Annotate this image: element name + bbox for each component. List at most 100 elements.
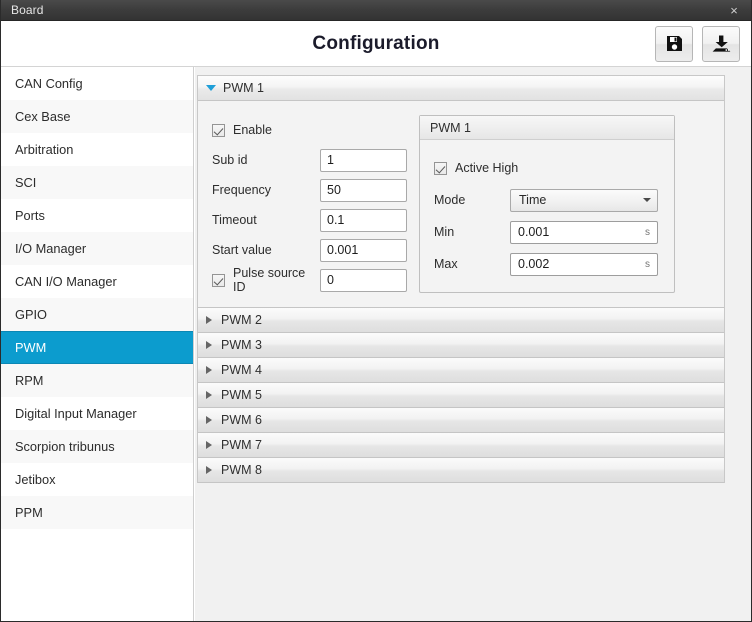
pwm-accordion: PWM 1 Enable Sub id 1 Frequency 50 Timeo…	[197, 75, 725, 483]
sidebar-item-label: Arbitration	[15, 141, 74, 157]
sidebar-item-label: CAN I/O Manager	[15, 273, 117, 289]
accordion-body-pwm-1: Enable Sub id 1 Frequency 50 Timeout 0.1…	[198, 101, 724, 308]
start-value-label: Start value	[212, 243, 272, 257]
min-label: Min	[434, 225, 455, 239]
accordion-header-label: PWM 2	[221, 313, 262, 327]
enable-checkbox[interactable]	[212, 123, 225, 137]
sidebar-item-digital-input-manager[interactable]: Digital Input Manager	[1, 397, 193, 430]
chevron-down-icon	[206, 85, 216, 91]
max-value: 0.002	[518, 257, 550, 271]
frequency-value: 50	[327, 183, 341, 197]
accordion-header-label: PWM 5	[221, 388, 262, 402]
start-value-value: 0.001	[327, 243, 359, 257]
sidebar-item-ports[interactable]: Ports	[1, 199, 193, 232]
sidebar-item-label: Digital Input Manager	[15, 405, 137, 421]
mode-row: Mode Time	[434, 184, 662, 216]
chevron-right-icon	[206, 366, 212, 374]
mode-select[interactable]: Time	[510, 188, 658, 212]
sidebar-item-label: Cex Base	[15, 108, 71, 124]
sidebar-item-sci[interactable]: SCI	[1, 166, 193, 199]
sidebar-item-gpio[interactable]: GPIO	[1, 298, 193, 331]
sidebar-item-cex-base[interactable]: Cex Base	[1, 100, 193, 133]
window-title: Board	[11, 3, 44, 17]
accordion-header-pwm-6[interactable]: PWM 6	[198, 408, 724, 433]
page-header: Configuration	[1, 21, 751, 67]
accordion-header-label: PWM 6	[221, 413, 262, 427]
min-row: Min 0.001 s	[434, 216, 662, 248]
frequency-row: Frequency 50	[212, 175, 407, 205]
accordion-header-pwm-3[interactable]: PWM 3	[198, 333, 724, 358]
mode-label: Mode	[434, 193, 466, 207]
accordion-header-pwm-5[interactable]: PWM 5	[198, 383, 724, 408]
timeout-label: Timeout	[212, 213, 257, 227]
sidebar-item-label: SCI	[15, 174, 37, 190]
sidebar-item-io-manager[interactable]: I/O Manager	[1, 232, 193, 265]
close-icon[interactable]: ×	[717, 0, 751, 21]
timeout-input[interactable]: 0.1	[320, 208, 407, 232]
sidebar-nav: CAN Config Cex Base Arbitration SCI Port…	[1, 67, 194, 621]
accordion-header-pwm-7[interactable]: PWM 7	[198, 433, 724, 458]
accordion-header-pwm-4[interactable]: PWM 4	[198, 358, 724, 383]
min-input[interactable]: 0.001 s	[510, 220, 658, 244]
chevron-right-icon	[206, 466, 212, 474]
start-value-row: Start value 0.001	[212, 235, 407, 265]
accordion-header-pwm-8[interactable]: PWM 8	[198, 458, 724, 483]
chevron-right-icon	[206, 316, 212, 324]
start-value-input[interactable]: 0.001	[320, 238, 407, 262]
sidebar-item-label: Jetibox	[15, 471, 56, 487]
sub-id-input[interactable]: 1	[320, 148, 407, 172]
sidebar-item-can-config[interactable]: CAN Config	[1, 67, 193, 100]
body-split: CAN Config Cex Base Arbitration SCI Port…	[1, 67, 751, 621]
save-button[interactable]	[655, 25, 693, 62]
accordion-header-pwm-2[interactable]: PWM 2	[198, 308, 724, 333]
accordion-header-label: PWM 7	[221, 438, 262, 452]
floppy-disk-icon	[666, 35, 683, 52]
sidebar-item-rpm[interactable]: RPM	[1, 364, 193, 397]
sidebar-item-pwm[interactable]: PWM	[1, 331, 193, 364]
sidebar-item-jetibox[interactable]: Jetibox	[1, 463, 193, 496]
pulse-source-id-input[interactable]: 0	[320, 268, 407, 292]
enable-label: Enable	[233, 123, 272, 137]
import-button[interactable]	[702, 25, 740, 62]
enable-row: Enable	[212, 115, 407, 145]
chevron-right-icon	[206, 416, 212, 424]
header-actions	[655, 25, 740, 62]
sub-id-value: 1	[327, 153, 334, 167]
application-window: Board × Configuration CAN Config Cex Bas…	[0, 0, 752, 622]
sidebar-item-label: Ports	[15, 207, 45, 223]
active-high-row: Active High	[434, 152, 662, 184]
pwm1-output-groupbox: PWM 1 Active High Mode Time Min 0.001 s …	[419, 115, 675, 293]
sidebar-item-label: GPIO	[15, 306, 47, 322]
pulse-source-id-checkbox[interactable]	[212, 273, 225, 287]
sidebar-item-label: CAN Config	[15, 75, 83, 91]
sidebar-item-label: PWM	[15, 340, 47, 355]
sidebar-item-scorpion-tribunus[interactable]: Scorpion tribunus	[1, 430, 193, 463]
sub-id-label: Sub id	[212, 153, 248, 167]
max-label: Max	[434, 257, 458, 271]
sidebar-item-arbitration[interactable]: Arbitration	[1, 133, 193, 166]
window-titlebar: Board ×	[1, 0, 751, 21]
sidebar-item-can-io-manager[interactable]: CAN I/O Manager	[1, 265, 193, 298]
pwm1-form: Enable Sub id 1 Frequency 50 Timeout 0.1…	[212, 115, 407, 295]
max-input[interactable]: 0.002 s	[510, 252, 658, 276]
pulse-source-id-value: 0	[327, 273, 334, 287]
sub-id-row: Sub id 1	[212, 145, 407, 175]
accordion-header-pwm-1[interactable]: PWM 1	[198, 76, 724, 101]
chevron-right-icon	[206, 391, 212, 399]
accordion-header-label: PWM 1	[223, 81, 264, 95]
min-value: 0.001	[518, 225, 550, 239]
sidebar-item-label: I/O Manager	[15, 240, 87, 256]
chevron-right-icon	[206, 341, 212, 349]
sidebar-item-label: Scorpion tribunus	[15, 438, 115, 454]
active-high-checkbox[interactable]	[434, 161, 447, 175]
pulse-source-id-label: Pulse source ID	[233, 266, 306, 294]
frequency-label: Frequency	[212, 183, 272, 197]
frequency-input[interactable]: 50	[320, 178, 407, 202]
download-icon	[712, 35, 731, 53]
sidebar-item-ppm[interactable]: PPM	[1, 496, 193, 529]
active-high-label: Active High	[455, 161, 519, 175]
accordion-header-label: PWM 3	[221, 338, 262, 352]
sidebar-item-label: PPM	[15, 504, 43, 520]
accordion-header-label: PWM 8	[221, 463, 262, 477]
sidebar-item-label: RPM	[15, 372, 44, 388]
